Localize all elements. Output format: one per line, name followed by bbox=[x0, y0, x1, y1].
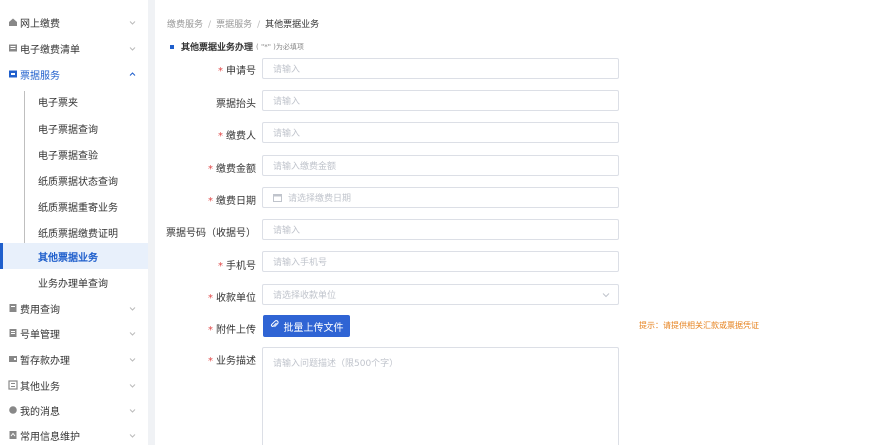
sidebar-subitem-paper-resend[interactable]: 纸质票据重寄业务 bbox=[0, 193, 148, 219]
settings-doc-icon bbox=[8, 430, 18, 440]
sidebar-item-common-info[interactable]: 常用信息维护 bbox=[0, 422, 148, 445]
chevron-down-icon bbox=[129, 19, 136, 26]
chevron-down-icon bbox=[129, 407, 136, 414]
grid-icon bbox=[8, 380, 18, 390]
breadcrumb-current: 其他票据业务 bbox=[265, 20, 320, 30]
list-icon bbox=[8, 43, 18, 53]
sidebar-subitem-label: 业务办理单查询 bbox=[38, 278, 108, 290]
sidebar-subitem-label: 电子票据查询 bbox=[38, 124, 98, 136]
sidebar-item-temp-deposit[interactable]: 暂存款办理 bbox=[0, 346, 148, 372]
section-header: 其他票据业务办理 ( "*" )为必填项 bbox=[170, 40, 304, 53]
sidebar-subitem-label: 电子票据查验 bbox=[38, 150, 98, 162]
sidebar-item-label: 其他业务 bbox=[20, 381, 60, 393]
label-ticket-number: 票据号码（收据号） bbox=[166, 228, 256, 239]
breadcrumb-item[interactable]: 缴费服务 bbox=[167, 20, 203, 30]
sidebar-subitem-label: 电子票夹 bbox=[38, 97, 78, 109]
sidebar-item-fee-query[interactable]: 费用查询 bbox=[0, 295, 148, 321]
search-doc-icon bbox=[8, 303, 18, 313]
sidebar-subitem-e-ticket-query[interactable]: 电子票据查询 bbox=[0, 115, 148, 141]
sidebar-item-label: 我的消息 bbox=[20, 406, 60, 418]
sidebar-subitem-label: 纸质票据重寄业务 bbox=[38, 202, 118, 214]
label-attachment: * 附件上传 bbox=[208, 325, 256, 336]
sidebar-subitem-paper-proof[interactable]: 纸质票据缴费证明 bbox=[0, 219, 148, 245]
label-payee-unit: * 收款单位 bbox=[208, 293, 256, 304]
label-ticket-title: 票据抬头 bbox=[216, 99, 256, 110]
chevron-down-icon bbox=[129, 432, 136, 439]
breadcrumb: 缴费服务 / 票据服务 / 其他票据业务 bbox=[167, 17, 319, 30]
sidebar-subitem-other-ticket[interactable]: 其他票据业务 bbox=[0, 243, 148, 269]
chevron-down-icon bbox=[602, 291, 610, 299]
payer-input[interactable]: 请输入 bbox=[262, 122, 619, 143]
ticket-title-input[interactable]: 请输入 bbox=[262, 90, 619, 111]
doc-icon bbox=[8, 328, 18, 338]
message-icon bbox=[8, 405, 18, 415]
chevron-up-icon bbox=[129, 71, 136, 78]
sidebar-subitem-e-wallet[interactable]: 电子票夹 bbox=[0, 88, 148, 114]
application-no-input[interactable]: 请输入 bbox=[262, 58, 619, 79]
sidebar-item-label: 号单管理 bbox=[20, 329, 60, 341]
required-note: ( "*" )为必填项 bbox=[256, 42, 304, 51]
calendar-icon bbox=[273, 193, 282, 202]
chevron-down-icon bbox=[129, 356, 136, 363]
main-content: 缴费服务 / 票据服务 / 其他票据业务 其他票据业务办理 ( "*" )为必填项 * 申… bbox=[155, 0, 884, 445]
sidebar-subitem-label: 纸质票据缴费证明 bbox=[38, 228, 118, 240]
sidebar-item-label: 票据服务 bbox=[20, 70, 60, 82]
label-payment-amount: * 缴费金额 bbox=[208, 164, 256, 175]
description-textarea[interactable]: 请输入问题描述（限500个字） bbox=[262, 347, 619, 445]
sidebar-subitem-label: 纸质票据状态查询 bbox=[38, 176, 118, 188]
sidebar-item-label: 网上缴费 bbox=[20, 18, 60, 30]
sidebar-item-ticket-service[interactable]: 票据服务 bbox=[0, 61, 148, 87]
chevron-down-icon bbox=[129, 305, 136, 312]
breadcrumb-separator: / bbox=[257, 20, 261, 30]
attachment-hint: 提示：请提供相关汇款或票据凭证 bbox=[639, 321, 759, 330]
paperclip-icon bbox=[270, 320, 279, 332]
upload-button-label: 批量上传文件 bbox=[283, 322, 344, 334]
ticket-number-input[interactable]: 请输入 bbox=[262, 219, 619, 240]
label-description: * 业务描述 bbox=[208, 356, 256, 367]
label-phone: * 手机号 bbox=[218, 261, 256, 272]
active-indicator bbox=[0, 243, 3, 269]
batch-upload-button[interactable]: 批量上传文件 bbox=[263, 315, 350, 337]
ticket-icon bbox=[8, 69, 18, 79]
payee-unit-select[interactable]: 请选择收款单位 bbox=[262, 284, 619, 305]
phone-input[interactable]: 请输入手机号 bbox=[262, 251, 619, 272]
sidebar-item-my-messages[interactable]: 我的消息 bbox=[0, 397, 148, 423]
chevron-down-icon bbox=[129, 382, 136, 389]
sidebar-item-label: 费用查询 bbox=[20, 304, 60, 316]
payment-date-picker[interactable]: 请选择缴费日期 bbox=[262, 187, 619, 208]
wallet-icon bbox=[8, 354, 18, 364]
chevron-down-icon bbox=[129, 330, 136, 337]
breadcrumb-item[interactable]: 票据服务 bbox=[216, 20, 252, 30]
sidebar-item-label: 常用信息维护 bbox=[20, 431, 80, 443]
sidebar-subitem-e-ticket-verify[interactable]: 电子票据查验 bbox=[0, 141, 148, 167]
payment-amount-input[interactable]: 请输入缴费金额 bbox=[262, 155, 619, 176]
section-title: 其他票据业务办理 bbox=[181, 43, 254, 53]
home-icon bbox=[8, 17, 18, 27]
sidebar-subitem-order-query[interactable]: 业务办理单查询 bbox=[0, 269, 148, 295]
chevron-down-icon bbox=[129, 45, 136, 52]
sidebar-subitem-label: 其他票据业务 bbox=[38, 252, 98, 264]
breadcrumb-separator: / bbox=[208, 20, 212, 30]
sidebar-item-online-payment[interactable]: 网上缴费 bbox=[0, 9, 148, 35]
sidebar-item-label: 暂存款办理 bbox=[20, 355, 70, 367]
sidebar-item-label: 电子缴费清单 bbox=[20, 44, 80, 56]
sidebar-item-other-business[interactable]: 其他业务 bbox=[0, 372, 148, 398]
sidebar-item-payment-list[interactable]: 电子缴费清单 bbox=[0, 35, 148, 61]
sidebar-item-order-management[interactable]: 号单管理 bbox=[0, 320, 148, 346]
label-application-no: * 申请号 bbox=[218, 66, 256, 77]
label-payer: * 缴费人 bbox=[218, 131, 256, 142]
sidebar: 网上缴费 电子缴费清单 票据服务 电子票夹 电子票据查询 电子票据查验 纸质票据… bbox=[0, 0, 148, 445]
label-payment-date: * 缴费日期 bbox=[208, 196, 256, 207]
section-marker bbox=[170, 44, 174, 49]
sidebar-subitem-paper-status[interactable]: 纸质票据状态查询 bbox=[0, 167, 148, 193]
